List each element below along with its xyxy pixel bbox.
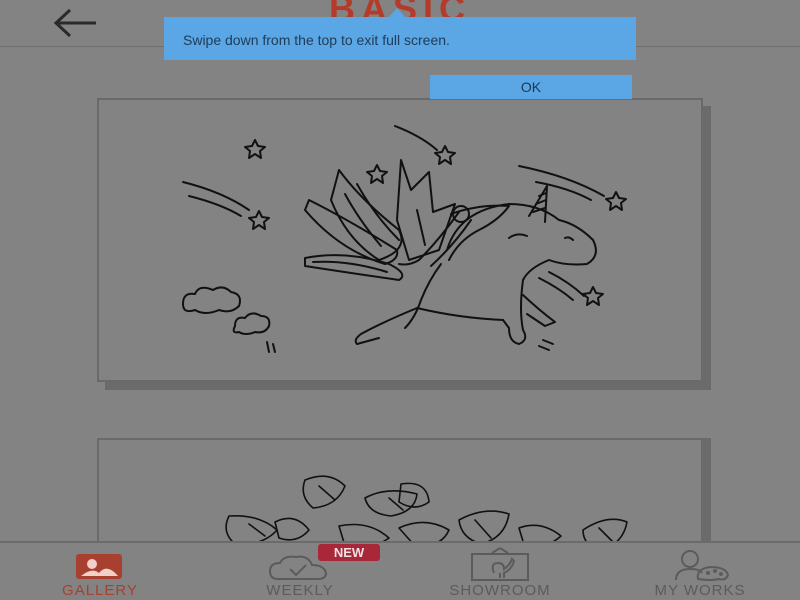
nav-label-showroom: SHOWROOM bbox=[449, 582, 551, 599]
nav-item-gallery[interactable]: GALLERY bbox=[0, 543, 200, 600]
fullscreen-toast: Swipe down from the top to exit full scr… bbox=[164, 17, 636, 60]
star-shape bbox=[605, 191, 627, 211]
user-palette-icon bbox=[675, 550, 730, 581]
star-shape bbox=[582, 286, 604, 306]
star-shape bbox=[434, 145, 456, 165]
coloring-card[interactable] bbox=[97, 98, 703, 382]
nav-label-weekly: WEEKLY bbox=[266, 582, 334, 599]
unicorn-drawing bbox=[182, 125, 627, 353]
ok-button[interactable]: OK bbox=[430, 75, 632, 99]
gallery-icon bbox=[76, 554, 122, 579]
star-shape bbox=[248, 210, 270, 230]
nav-item-showroom[interactable]: SHOWROOM bbox=[400, 543, 600, 600]
new-badge: NEW bbox=[318, 544, 380, 561]
nav-label-my-works: MY WORKS bbox=[654, 582, 746, 599]
flamingo-frame-icon bbox=[471, 547, 529, 581]
star-shape bbox=[244, 139, 266, 159]
star-shape bbox=[366, 164, 388, 184]
back-button[interactable] bbox=[50, 6, 102, 42]
app-screen: BASIC Swipe down from the top to exit fu… bbox=[0, 0, 800, 600]
nav-item-my-works[interactable]: MY WORKS bbox=[600, 543, 800, 600]
toast-message: Swipe down from the top to exit full scr… bbox=[183, 32, 450, 48]
bottom-nav: GALLERY WEEKLY SHOWROOM MY WORKS bbox=[0, 541, 800, 600]
nav-label-gallery: GALLERY bbox=[62, 582, 138, 599]
arrow-left-icon bbox=[53, 8, 96, 38]
